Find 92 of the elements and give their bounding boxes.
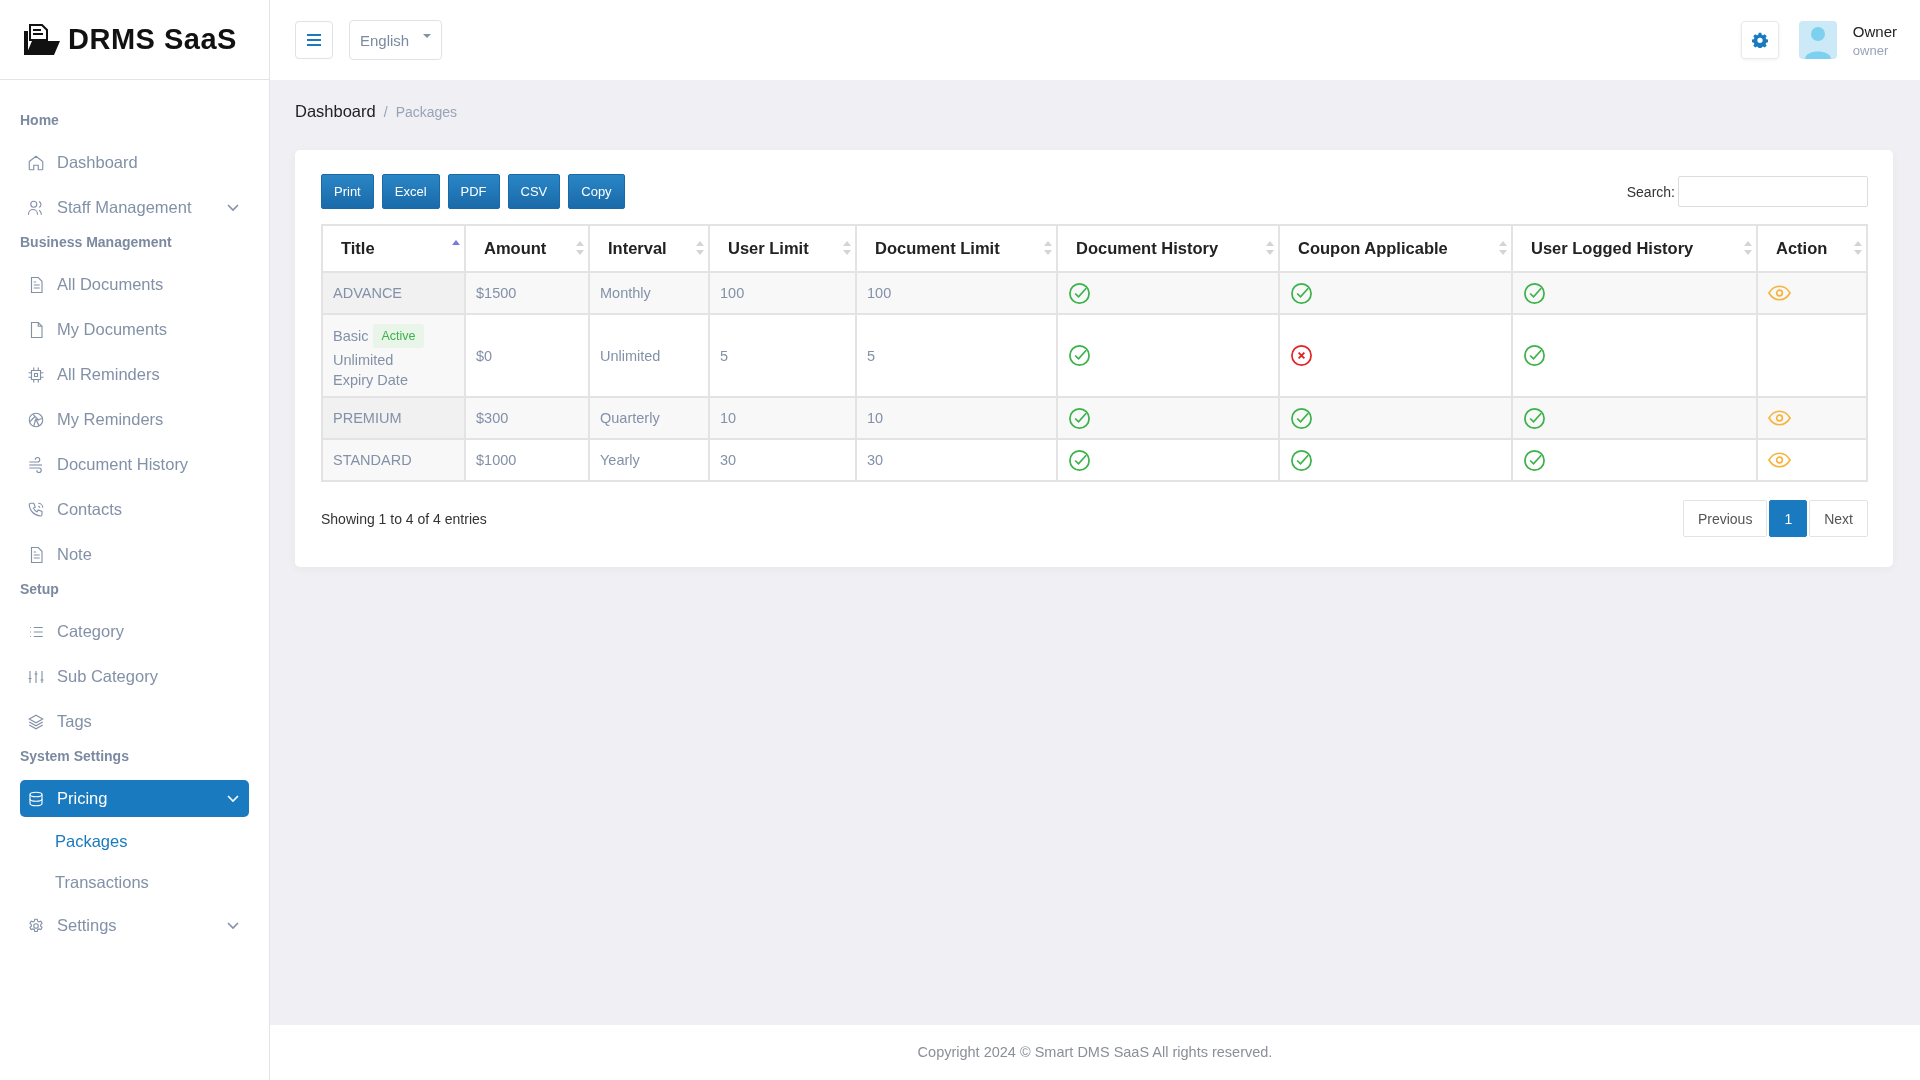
search-label: Search:	[1626, 183, 1675, 200]
nav-item[interactable]: All Reminders	[20, 356, 249, 393]
package-note: Unlimited	[333, 351, 395, 368]
pagination-button[interactable]: Previous	[1682, 500, 1768, 537]
nav-item[interactable]: Note	[20, 536, 249, 573]
footer-text: Copyright 2024 © Smart DMS SaaS All rights reserved.	[270, 1025, 1920, 1080]
nav-icon	[27, 365, 45, 384]
table-cell: 30	[720, 452, 737, 468]
breadcrumb-item[interactable]: Dashboard	[295, 102, 376, 121]
nav-icon	[27, 153, 45, 172]
view-eye-icon[interactable]	[1768, 410, 1791, 426]
column-header[interactable]: Amount	[465, 225, 589, 272]
table-cell: 5	[867, 347, 876, 364]
chevron-icon	[227, 203, 239, 212]
nav-icon	[27, 500, 45, 519]
folder-logo-icon	[22, 22, 62, 57]
export-button[interactable]: PDF	[447, 174, 500, 209]
nav-item[interactable]: Settings	[20, 907, 249, 944]
table-cell: Quarterly	[600, 410, 660, 426]
table-cell: Monthly	[600, 285, 651, 301]
brand-name: DRMS SaaS	[68, 23, 237, 56]
entries-info: Showing 1 to 4 of 4 entries	[321, 510, 487, 527]
table-cell: Yearly	[600, 452, 640, 468]
column-header[interactable]: Action	[1757, 225, 1867, 272]
nav-icon	[27, 410, 45, 429]
avatar	[1798, 21, 1837, 59]
nav-item[interactable]: Sub Category	[20, 658, 249, 695]
package-title: Basic	[333, 327, 369, 344]
package-title: ADVANCE	[333, 285, 403, 301]
user-role: owner	[1852, 42, 1890, 58]
nav-item[interactable]: All Documents	[20, 266, 249, 303]
menu-button[interactable]	[295, 21, 333, 59]
column-header[interactable]: Interval	[589, 225, 709, 272]
view-eye-icon[interactable]	[1768, 285, 1791, 301]
nav-item[interactable]: Document History	[20, 446, 249, 483]
nav-icon	[27, 712, 45, 731]
export-button[interactable]: Copy	[568, 174, 625, 209]
nav-item[interactable]: Category	[20, 613, 249, 650]
package-title: STANDARD	[333, 452, 412, 468]
language-dropdown[interactable]: English	[349, 20, 443, 60]
table-cell: $0	[476, 347, 493, 364]
status-badge: Active	[373, 323, 424, 348]
nav-icon	[27, 789, 45, 808]
breadcrumb-separator: /	[383, 104, 388, 120]
nav-icon	[27, 916, 45, 935]
user-name: Owner	[1852, 22, 1897, 40]
column-header[interactable]: Title	[322, 225, 465, 272]
table-cell: Unlimited	[600, 347, 661, 364]
nav-section-title: Home	[20, 112, 60, 130]
settings-icon	[1751, 32, 1768, 48]
chevron-icon	[227, 921, 239, 930]
export-button[interactable]: CSV	[507, 174, 561, 209]
nav-subitem[interactable]: Transactions	[20, 866, 149, 899]
table-cell: 5	[720, 347, 729, 364]
nav-section-title: System Settings	[20, 748, 130, 766]
package-title: PREMIUM	[333, 410, 402, 426]
nav-item[interactable]: Staff Management	[20, 189, 249, 226]
search-field[interactable]	[1678, 176, 1868, 207]
column-header[interactable]: Coupon Applicable	[1279, 225, 1512, 272]
column-header[interactable]: Document History	[1057, 225, 1279, 272]
nav-item[interactable]: My Reminders	[20, 401, 249, 438]
view-eye-icon[interactable]	[1768, 452, 1791, 468]
menu-icon	[306, 34, 322, 46]
table-cell: 30	[867, 452, 884, 468]
column-header[interactable]: User Logged History	[1512, 225, 1757, 272]
nav-item[interactable]: Tags	[20, 703, 249, 740]
pagination-button[interactable]: Next	[1809, 500, 1868, 537]
table-cell: $1500	[476, 285, 517, 301]
column-header[interactable]: User Limit	[709, 225, 856, 272]
nav-subitem[interactable]: Packages	[20, 825, 128, 858]
breadcrumb-item: Packages	[395, 104, 458, 120]
settings-button[interactable]	[1740, 21, 1779, 59]
table-cell: $1000	[476, 452, 517, 468]
table-cell: 100	[720, 285, 745, 301]
nav-item[interactable]: My Documents	[20, 311, 249, 348]
nav-item[interactable]: Contacts	[20, 491, 249, 528]
column-header[interactable]: Document Limit	[856, 225, 1057, 272]
nav-section-title: Setup	[20, 581, 60, 599]
nav-section-title: Business Management	[20, 234, 173, 252]
table-cell: 10	[720, 410, 737, 426]
table-cell: 10	[867, 410, 884, 426]
nav-icon	[27, 198, 45, 217]
chevron-icon	[227, 794, 239, 803]
table-cell: $300	[476, 410, 509, 426]
nav-item[interactable]: Pricing	[20, 780, 249, 817]
nav-icon	[27, 455, 45, 474]
nav-item[interactable]: Dashboard	[20, 144, 249, 181]
pagination-button[interactable]: 1	[1769, 500, 1808, 537]
export-button[interactable]: Print	[321, 174, 374, 209]
table-cell: 100	[867, 285, 892, 301]
export-button[interactable]: Excel	[381, 174, 440, 209]
package-note: Expiry Date	[333, 371, 409, 388]
